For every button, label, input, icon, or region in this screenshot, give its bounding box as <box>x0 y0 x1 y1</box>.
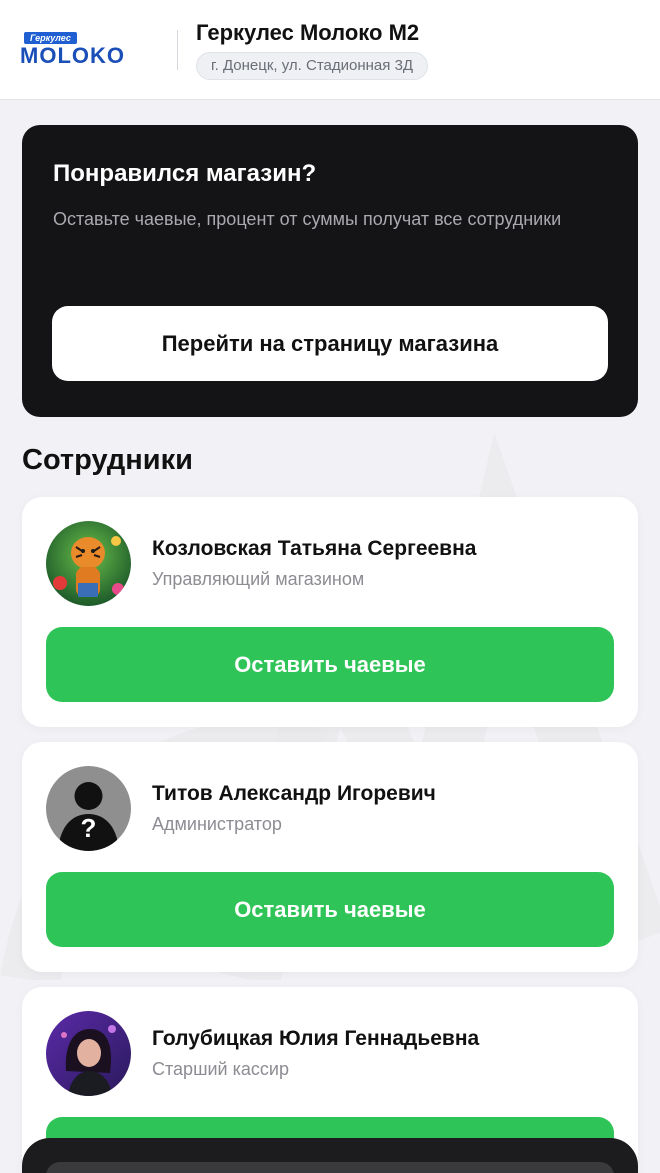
avatar <box>46 521 131 606</box>
employee-name: Козловская Татьяна Сергеевна <box>152 537 477 560</box>
header-divider <box>177 30 178 70</box>
avatar <box>46 1011 131 1096</box>
tiger-photo-icon <box>46 521 131 606</box>
employee-role: Старший кассир <box>152 1059 289 1079</box>
bottom-action-bar <box>22 1138 638 1173</box>
promo-title: Понравился магазин? <box>53 160 317 187</box>
tip-store-promo-card: Понравился магазин? Оставьте чаевые, про… <box>22 125 638 417</box>
promo-description: Оставьте чаевые, процент от суммы получа… <box>53 209 562 229</box>
unknown-person-icon: ? <box>46 766 131 851</box>
employee-role: Администратор <box>152 814 282 834</box>
go-to-store-page-button[interactable]: Перейти на страницу магазина <box>52 306 608 381</box>
employee-card: ? Титов Александр Игоревич Администратор… <box>22 742 638 972</box>
store-logo: Геркулес MOLOKO <box>20 32 160 68</box>
employee-name: Голубицкая Юлия Геннадьевна <box>152 1027 480 1050</box>
employee-name: Титов Александр Игоревич <box>152 782 436 805</box>
woman-photo-icon <box>46 1011 131 1096</box>
logo-title: MOLOKO <box>20 43 125 68</box>
avatar: ? <box>46 766 131 851</box>
leave-tip-button[interactable]: Оставить чаевые <box>46 872 614 947</box>
employee-card: Козловская Татьяна Сергеевна Управляющий… <box>22 497 638 727</box>
page: Геркулес MOLOKO Геркулес Молоко М2 г. До… <box>0 0 660 1173</box>
employee-role: Управляющий магазином <box>152 569 365 589</box>
store-header: Геркулес MOLOKO Геркулес Молоко М2 г. До… <box>0 0 660 100</box>
leave-tip-button[interactable]: Оставить чаевые <box>46 627 614 702</box>
bottom-bar-button[interactable] <box>46 1162 614 1173</box>
store-address-badge: г. Донецк, ул. Стадионная 3Д <box>196 52 429 80</box>
employees-section-title: Сотрудники <box>22 444 193 476</box>
svg-text:?: ? <box>81 813 97 843</box>
store-name: Геркулес Молоко М2 <box>196 20 420 45</box>
